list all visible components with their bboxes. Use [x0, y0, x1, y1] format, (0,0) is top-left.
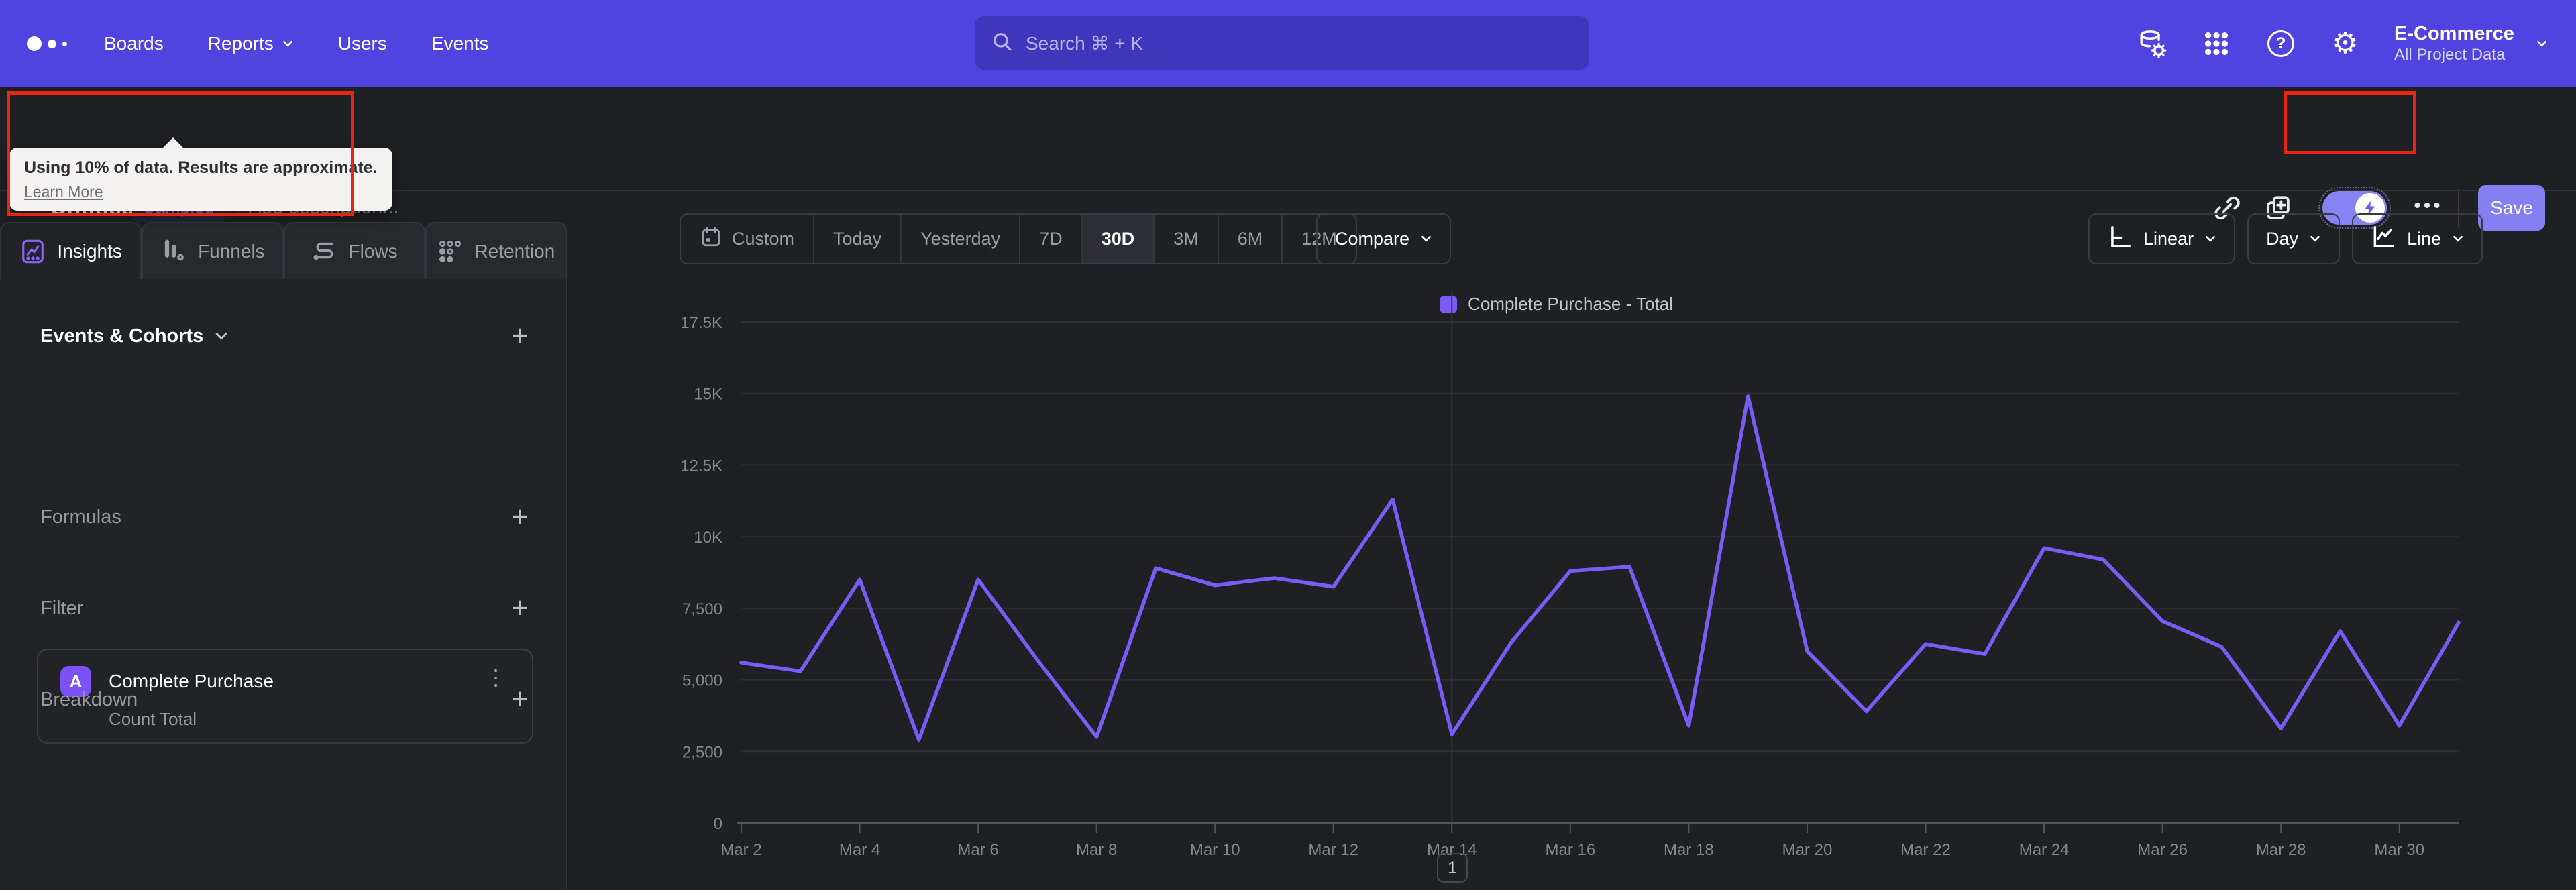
- add-event-button[interactable]: +: [511, 321, 529, 351]
- add-filter-button[interactable]: +: [511, 594, 529, 623]
- nav-item-label: Boards: [104, 33, 164, 54]
- events-cohorts-row: Events & Cohorts +: [40, 321, 529, 351]
- tab-label: Flows: [348, 240, 398, 262]
- x-axis-tick-label: Mar 20: [1782, 841, 1833, 859]
- nav-item-events[interactable]: Events: [431, 33, 489, 54]
- nav-item-label: Users: [337, 33, 387, 54]
- x-axis-tick-label: Mar 12: [1308, 841, 1358, 859]
- section-label: Breakdown: [40, 688, 138, 710]
- nav-item-label: Events: [431, 33, 489, 54]
- insights-icon: [19, 238, 46, 265]
- y-axis-tick-label: 5,000: [682, 672, 722, 690]
- tab-label: Insights: [57, 240, 122, 262]
- nav-item-users[interactable]: Users: [338, 33, 387, 54]
- x-axis-tick-label: Mar 10: [1190, 841, 1240, 859]
- tooltip-text: Using 10% of data. Results are approxima…: [24, 158, 378, 177]
- x-axis-tick-label: Mar 6: [957, 841, 998, 859]
- search-input[interactable]: Search ⌘ + K: [975, 16, 1589, 70]
- series-line-complete-purchase[interactable]: [739, 394, 2461, 742]
- line-chart[interactable]: 0 2,500 5,000 7,500 10K 12.5K 15K 17.5K Mar 2 Mar…: [567, 191, 2576, 890]
- data-management-icon[interactable]: [2137, 28, 2167, 59]
- tab-label: Retention: [474, 240, 555, 262]
- tab-retention[interactable]: Retention: [425, 222, 567, 279]
- tab-insights[interactable]: Insights: [0, 222, 142, 279]
- query-builder-sidebar: Events & Cohorts + A Complete Purchase ⋮…: [0, 279, 567, 890]
- x-axis-tick-label: Mar 4: [839, 841, 880, 859]
- nav-item-reports[interactable]: Reports: [208, 33, 294, 54]
- chevron-down-icon[interactable]: [214, 329, 229, 343]
- section-label: Formulas: [40, 506, 121, 528]
- x-axis-tick-label: Mar 18: [1664, 841, 1714, 859]
- nav-item-label: Reports: [207, 33, 274, 54]
- x-axis-tick-label: Mar 2: [720, 841, 761, 859]
- events-cohorts-header[interactable]: Events & Cohorts: [40, 325, 203, 347]
- y-axis-tick-label: 10K: [694, 529, 722, 547]
- add-breakdown-button[interactable]: +: [511, 685, 529, 714]
- nav-right-cluster: ? ⚙ E-Commerce All Project Data: [2137, 0, 2548, 87]
- tab-label: Funnels: [198, 240, 265, 262]
- tab-funnels[interactable]: Funnels: [142, 222, 284, 279]
- chevron-down-icon: [282, 38, 294, 50]
- add-formulas-button[interactable]: +: [511, 502, 529, 532]
- y-axis-tick-label: 15K: [694, 386, 722, 404]
- top-nav-bar: Boards Reports Users Events Search ⌘ + K: [0, 0, 2576, 87]
- nav-item-boards[interactable]: Boards: [104, 33, 164, 54]
- section-row-breakdown: Breakdown +: [40, 684, 529, 715]
- y-axis-tick-label: 12.5K: [680, 457, 722, 475]
- apps-grid-icon[interactable]: [2201, 28, 2232, 59]
- sampling-tooltip: Using 10% of data. Results are approxima…: [9, 137, 392, 211]
- x-axis-tick-label: Mar 26: [2137, 841, 2188, 859]
- flows-icon: [311, 238, 338, 265]
- help-icon[interactable]: ?: [2265, 28, 2296, 59]
- x-axis-tick-label: Mar 28: [2256, 841, 2306, 859]
- y-axis-tick-label: 7,500: [682, 600, 722, 618]
- mixpanel-logo-icon[interactable]: [27, 0, 67, 87]
- report-type-tabs: Insights Funnels Flows Retention: [0, 222, 567, 279]
- x-axis-tick-label: Mar 16: [1546, 841, 1596, 859]
- chart-page-number[interactable]: 1: [1437, 853, 1468, 883]
- tab-flows[interactable]: Flows: [283, 222, 425, 279]
- retention-icon: [437, 238, 464, 265]
- nav-items: Boards Reports Users Events: [104, 0, 489, 87]
- x-axis-tick-label: Mar 22: [1900, 841, 1951, 859]
- project-scope: All Project Data: [2394, 46, 2506, 64]
- learn-more-link[interactable]: Learn More: [24, 183, 103, 201]
- chevron-down-icon[interactable]: [2536, 38, 2548, 50]
- search-placeholder: Search ⌘ + K: [1026, 32, 1144, 54]
- y-axis-tick-label: 17.5K: [680, 314, 722, 332]
- y-axis-tick-label: 2,500: [682, 743, 722, 761]
- settings-gear-icon[interactable]: ⚙: [2330, 28, 2361, 59]
- project-selector[interactable]: E-Commerce All Project Data: [2394, 22, 2514, 65]
- funnels-icon: [160, 238, 187, 265]
- y-axis-tick-label: 0: [714, 815, 722, 833]
- section-row-formulas: Formulas +: [40, 502, 529, 533]
- x-axis-tick-label: Mar 24: [2019, 841, 2070, 859]
- search-icon: [991, 30, 1014, 56]
- x-axis-tick-label: Mar 8: [1076, 841, 1117, 859]
- project-name: E-Commerce: [2394, 23, 2514, 45]
- x-axis-tick-label: Mar 30: [2374, 841, 2424, 859]
- section-label: Filter: [40, 597, 84, 619]
- section-row-filter: Filter +: [40, 593, 529, 624]
